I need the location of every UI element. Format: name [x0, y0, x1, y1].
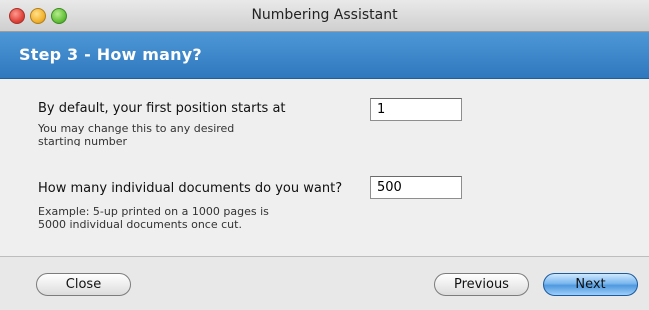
button-bar: Close Previous Next [0, 256, 649, 310]
title-bar: Numbering Assistant [0, 0, 649, 32]
document-count-label: How many individual documents do you wan… [38, 181, 343, 196]
form-area: By default, your first position starts a… [0, 79, 649, 256]
document-count-hint-line1: Example: 5-up printed on a 1000 pages is [38, 205, 269, 218]
start-position-input[interactable] [370, 98, 462, 121]
previous-button[interactable]: Previous [434, 273, 529, 296]
numbering-assistant-window: Numbering Assistant Step 3 - How many? B… [0, 0, 649, 310]
document-count-input[interactable] [370, 176, 462, 199]
start-position-label: By default, your first position starts a… [38, 101, 286, 116]
step-title: Step 3 - How many? [19, 45, 202, 64]
close-button[interactable]: Close [36, 273, 131, 296]
window-title: Numbering Assistant [251, 7, 398, 23]
next-button[interactable]: Next [543, 273, 638, 296]
document-count-hint-line2: 5000 individual documents once cut. [38, 218, 242, 231]
step-header: Step 3 - How many? [0, 32, 649, 79]
start-position-hint-line1: You may change this to any desired [38, 122, 235, 135]
start-position-hint-line2: starting number [38, 136, 128, 146]
